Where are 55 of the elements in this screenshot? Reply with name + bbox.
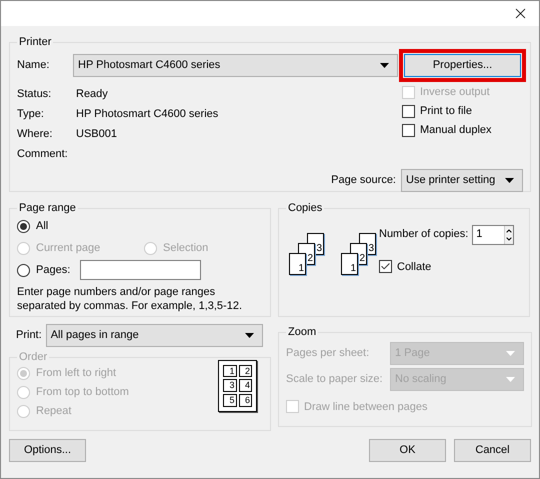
caret-icon xyxy=(244,333,254,338)
field-label: Page source: xyxy=(331,172,396,188)
info-label: Type: xyxy=(17,106,45,120)
group-title: Page range xyxy=(18,201,77,216)
group-title: Copies xyxy=(287,201,324,216)
checkbox[interactable] xyxy=(379,260,392,274)
caret-icon xyxy=(506,350,515,356)
field-label: Number of copies: xyxy=(379,227,468,242)
print-dropdown[interactable]: All pages in range xyxy=(46,324,263,347)
field-label: Print: xyxy=(16,328,42,344)
page-number: 5 xyxy=(223,394,236,406)
field-label: Scale to paper size: xyxy=(286,372,384,387)
dialog-button[interactable]: Options... xyxy=(9,439,86,462)
caret-icon xyxy=(506,376,515,382)
radio-label: Selection xyxy=(163,240,208,256)
radio-button[interactable] xyxy=(17,220,30,232)
dialog-button[interactable]: OK xyxy=(369,439,446,462)
radio-label: From left to right xyxy=(36,366,116,381)
checkbox-label: Manual duplex xyxy=(420,123,492,138)
field-label: Pages per sheet: xyxy=(286,346,370,361)
pages-field[interactable] xyxy=(80,260,202,280)
info-value: USB001 xyxy=(76,126,117,140)
checkbox-label: Draw line between pages xyxy=(304,400,428,414)
group-title: Order xyxy=(18,350,48,365)
info-value: HP Photosmart C4600 series xyxy=(76,106,218,120)
page-number: 4 xyxy=(238,379,252,392)
radio-label: Current page xyxy=(36,240,100,256)
checkbox-label: Collate xyxy=(397,260,432,274)
dialog-button[interactable]: Cancel xyxy=(454,439,531,462)
checkbox-label: Print to file xyxy=(420,104,472,120)
page-number: 2 xyxy=(238,364,252,378)
group-title: Zoom xyxy=(287,325,318,340)
page-number: 3 xyxy=(223,379,236,392)
info-label: Status: xyxy=(17,86,52,100)
caret-icon xyxy=(380,62,389,68)
field-label: Name: xyxy=(17,58,50,73)
radio-label: From top to bottom xyxy=(36,384,129,400)
info-label: Comment: xyxy=(17,146,69,160)
group-title: Printer xyxy=(18,35,52,50)
radio-label: All xyxy=(36,218,48,234)
radio-label: Pages: xyxy=(36,262,70,278)
info-label: Where: xyxy=(17,126,54,140)
radio-label: Repeat xyxy=(36,404,72,419)
copies-spinner[interactable]: 1 xyxy=(472,224,514,244)
radio-button[interactable] xyxy=(17,264,30,276)
info-value: Ready xyxy=(76,86,108,100)
checkbox[interactable] xyxy=(402,105,415,118)
hint-text: Enter page numbers and/or page ranges separated by commas. For example, 1,3,5-12. xyxy=(17,284,243,312)
printer-dropdown[interactable]: HP Photosmart C4600 series xyxy=(73,54,398,76)
page-number: 1 xyxy=(223,364,236,378)
page-source-dropdown[interactable]: Use printer setting xyxy=(401,168,523,192)
page-number: 6 xyxy=(238,394,252,406)
caret-icon xyxy=(505,178,514,182)
checkbox-label: Inverse output xyxy=(420,85,490,100)
checkbox[interactable] xyxy=(402,124,415,137)
